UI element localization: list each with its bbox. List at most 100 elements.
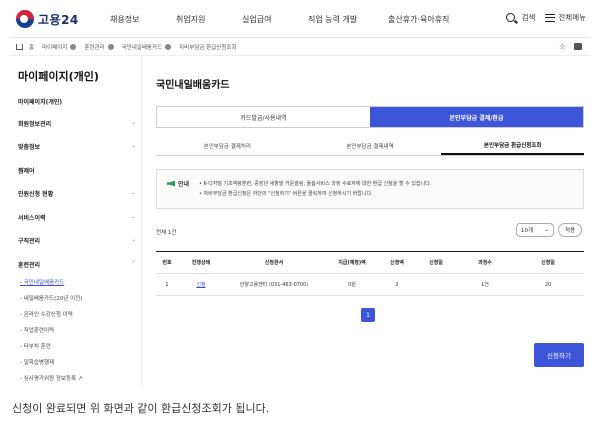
- breadcrumb-item-training[interactable]: 훈련관리: [84, 43, 114, 51]
- dropdown-icon: [70, 43, 77, 50]
- sidebar-link-label: 직업훈련이력: [23, 328, 55, 334]
- nav-item-employment-support[interactable]: 취업지원: [176, 14, 242, 25]
- nav-item-parental-leave[interactable]: 출산휴가·육아휴직: [388, 14, 468, 25]
- sidebar-link-label: 국민내일배움카드: [23, 280, 65, 286]
- sidebar-link-card[interactable]: - 국민내일배움카드: [20, 278, 64, 286]
- notice-line: • K-디지털 기초역량훈련, 중장년 새출발 카운슬링, 돌봄서비스 과정 수…: [199, 181, 432, 187]
- pagination-page-1[interactable]: 1: [361, 308, 375, 322]
- dropdown-icon: [107, 43, 114, 50]
- notice-line: • 자비부담금 환급신청은 하단의 "신청하기" 버튼을 클릭하여 신청하시기 …: [199, 191, 373, 197]
- sidebar-link-label: 심사평가위원 정보등록: [23, 376, 77, 382]
- sidebar-item-job-search[interactable]: 구직관리 ⌄: [18, 236, 136, 245]
- sidebar-item-training[interactable]: 훈련관리 ⌃: [18, 260, 136, 269]
- sidebar-item-custom-info[interactable]: 맞춤정보 ⌄: [18, 142, 136, 151]
- chevron-down-icon: ⌄: [130, 142, 136, 149]
- sidebar-link-label: 타부처 훈련: [23, 344, 51, 350]
- notice-text: • K-디지털 기초역량훈련, 중장년 새출발 카운슬링, 돌봄서비스 과정 수…: [199, 179, 431, 199]
- breadcrumb-item-mypage[interactable]: 마이페이지: [42, 43, 77, 51]
- breadcrumb-label: 자비부담금 환급신청조회: [179, 44, 237, 51]
- sidebar-link-label: 내일배움카드(20년 이전): [23, 296, 83, 302]
- breadcrumb-label: 국민내일배움카드: [121, 44, 163, 51]
- notice-box: 안내 • K-디지털 기초역량훈련, 중장년 새출발 카운슬링, 돌봄서비스 과…: [156, 169, 584, 209]
- subtab-payment-history[interactable]: 본인부담금 결제내역: [299, 136, 442, 155]
- table-cell: 신청: [178, 281, 224, 288]
- apply-button[interactable]: 신청하기: [534, 343, 584, 367]
- column-header: 신청액: [390, 260, 404, 266]
- tab-payment-refund[interactable]: 본인부담금 결제/환급: [370, 107, 583, 127]
- page-size-select[interactable]: 10개 ⌄: [516, 223, 554, 237]
- page-size-value: 10개: [521, 228, 534, 234]
- sidebar-link-online-history[interactable]: - 온라인 수강신청 이력: [20, 310, 73, 318]
- search-button[interactable]: 검색: [505, 12, 536, 23]
- sidebar-item-petitions[interactable]: 민원신청 현황 ⌄: [18, 189, 136, 198]
- sidebar-item-label: 회원정보관리: [18, 121, 52, 128]
- column-header: 진행상태: [191, 260, 211, 266]
- sidebar-item-label: 훈련관리: [18, 262, 41, 269]
- chevron-down-icon: ⌄: [130, 119, 136, 126]
- top-navigation: 고용24 채용정보 취업지원 실업급여 직업 능력 개발 출산휴가·육아휴직 검…: [10, 2, 590, 38]
- sidebar-link-label: 온라인 수강신청 이력: [23, 312, 73, 318]
- sidebar-link-other-ministry[interactable]: - 타부처 훈련: [20, 342, 51, 350]
- apply-filter-button[interactable]: 적용: [558, 223, 582, 237]
- primary-tabs: 카드발급/사용내역 본인부담금 결제/환급: [156, 106, 584, 128]
- nav-item-unemployment-benefit[interactable]: 실업급여: [242, 14, 308, 25]
- korea-emblem-icon: [16, 10, 34, 28]
- sidebar-subtitle[interactable]: 마이페이지(개인): [18, 97, 62, 106]
- breadcrumb-home[interactable]: 홈: [16, 43, 34, 51]
- screenshot-frame: 고용24 채용정보 취업지원 실업급여 직업 능력 개발 출산휴가·육아휴직 검…: [10, 2, 590, 387]
- sidebar-link-old-card[interactable]: - 내일배움카드(20년 이전): [20, 294, 82, 302]
- sidebar-item-label: 구직관리: [18, 238, 41, 245]
- home-icon: [16, 43, 23, 50]
- chevron-down-icon: ⌄: [130, 213, 136, 220]
- sidebar-title: 마이페이지(개인): [18, 70, 99, 83]
- refund-table: 번호 진행상태 신청관서 지급(예정)액 신청액 신청일 과정수 신청일 1 신…: [156, 251, 584, 296]
- hamburger-icon: [545, 13, 556, 22]
- breadcrumb-label: 훈련관리: [84, 44, 105, 51]
- logo-text: 고용24: [38, 12, 79, 27]
- status-link[interactable]: 신청: [196, 282, 205, 288]
- dropdown-icon: [165, 43, 172, 50]
- breadcrumb-label: 마이페이지: [42, 44, 68, 51]
- sidebar-link-evaluator[interactable]: - 심사평가위원 정보등록 ↗: [20, 374, 82, 382]
- sidebar-link-work-study[interactable]: - 일학습병행제: [20, 358, 54, 366]
- sidebar-link-label: 일학습병행제: [23, 360, 55, 366]
- table-cell: 0원: [348, 282, 356, 288]
- chevron-down-icon: ⌄: [130, 236, 136, 243]
- external-link-icon: ↗: [77, 376, 83, 382]
- breadcrumb-home-label: 홈: [29, 44, 35, 51]
- caption-text: 신청이 완료되면 위 화면과 같이 환급신청조회가 됩니다.: [12, 402, 270, 415]
- all-menu-button[interactable]: 전체메뉴: [545, 12, 586, 23]
- tab-card-usage[interactable]: 카드발급/사용내역: [157, 107, 370, 127]
- table-cell: 1건: [481, 282, 489, 288]
- print-icon[interactable]: [574, 43, 582, 50]
- chevron-up-icon: ⌃: [130, 260, 136, 267]
- chevron-down-icon: ⌄: [130, 189, 136, 196]
- main-content: 국민내일배움카드 카드발급/사용내역 본인부담금 결제/환급 본인부담금 결제처…: [148, 56, 590, 387]
- secondary-tabs: 본인부담금 결제처리 본인부담금 결제내역 본인부담금 환급신청조회: [156, 136, 585, 156]
- column-header: 지급(예정)액: [338, 260, 366, 266]
- sidebar-item-bookmarks[interactable]: 찜제어: [18, 166, 136, 175]
- table-cell: 20: [544, 281, 552, 288]
- nav-item-jobs[interactable]: 채용정보: [110, 14, 176, 25]
- sidebar-item-service-history[interactable]: 서비스이력 ⌄: [18, 213, 136, 222]
- table-cell: 1: [165, 281, 169, 288]
- table-header-row: 번호 진행상태 신청관서 지급(예정)액 신청액 신청일 과정수 신청일: [156, 252, 584, 274]
- breadcrumb-item-card[interactable]: 국민내일배움카드: [121, 43, 172, 51]
- table-row: 1 신청 안양고용센터 (031-463-0700) 0원 2 1건 20: [156, 274, 584, 296]
- column-header: 과정수: [478, 260, 492, 266]
- column-header: 신청일: [541, 260, 555, 266]
- notice-label: 안내: [167, 179, 189, 188]
- table-cell: 안양고용센터 (031-463-0700): [239, 282, 309, 288]
- chevron-down-icon: ⌄: [544, 227, 549, 233]
- nav-item-vocational-training[interactable]: 직업 능력 개발: [308, 14, 388, 25]
- subtab-payment-process[interactable]: 본인부담금 결제처리: [156, 136, 299, 155]
- sidebar-item-member-info[interactable]: 회원정보관리 ⌄: [18, 119, 136, 128]
- star-icon[interactable]: ☆: [559, 42, 566, 51]
- sidebar-link-training-history[interactable]: - 직업훈련이력: [20, 326, 54, 334]
- search-label: 검색: [521, 13, 536, 22]
- subtab-refund-inquiry[interactable]: 본인부담금 환급신청조회: [441, 136, 585, 155]
- table-cell: 2: [395, 281, 399, 288]
- site-logo[interactable]: 고용24: [16, 10, 79, 28]
- sidebar-item-label: 민원신청 현황: [18, 191, 54, 198]
- notice-label-text: 안내: [178, 181, 190, 188]
